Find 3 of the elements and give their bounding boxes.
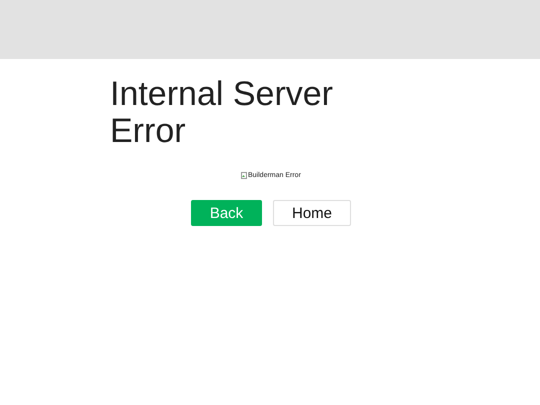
page-title: Internal Server Error [110, 76, 334, 150]
broken-image-icon [241, 172, 247, 178]
nav-button[interactable]: Home [273, 200, 351, 226]
